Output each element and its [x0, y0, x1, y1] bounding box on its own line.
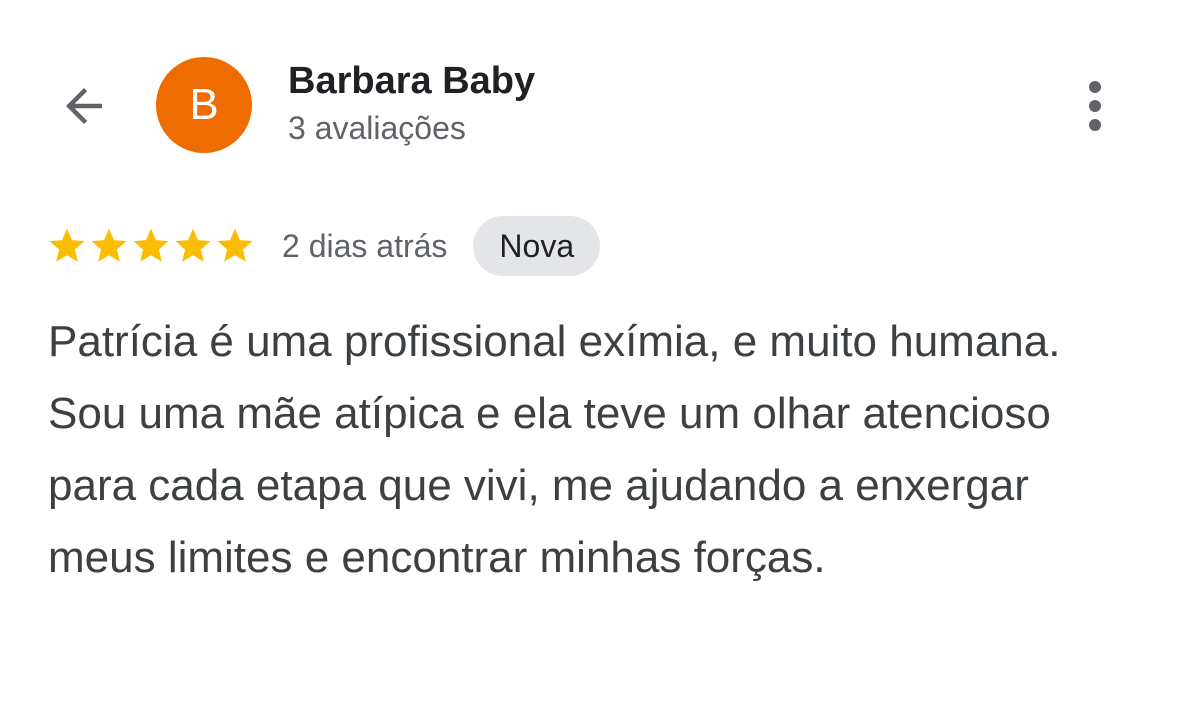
arrow-back-icon	[66, 88, 102, 124]
star-icon	[175, 228, 211, 262]
star-icon	[91, 228, 127, 262]
avatar[interactable]: B	[156, 57, 252, 153]
review-date: 2 dias atrás	[282, 227, 448, 264]
review-detail-screen: B Barbara Baby 3 avaliações 2 dias atrás…	[0, 0, 1179, 701]
review-text: Patrícia é uma profissional exímia, e mu…	[48, 317, 1061, 582]
reviewer-name[interactable]: Barbara Baby	[288, 60, 535, 103]
avatar-initial: B	[189, 80, 219, 129]
star-icon	[133, 228, 169, 262]
review-meta-row: 2 dias atrás Nova	[46, 216, 601, 276]
review-count: 3 avaliações	[288, 110, 466, 146]
more-vert-icon-dot	[1089, 119, 1101, 131]
star-icon	[49, 228, 85, 262]
star-rating	[46, 225, 256, 267]
more-vert-icon	[1089, 81, 1101, 93]
star-icon	[217, 228, 253, 262]
back-button[interactable]	[52, 76, 116, 136]
more-options-button[interactable]	[1070, 76, 1120, 136]
more-vert-icon-dot	[1089, 100, 1101, 112]
new-badge: Nova	[473, 216, 601, 276]
